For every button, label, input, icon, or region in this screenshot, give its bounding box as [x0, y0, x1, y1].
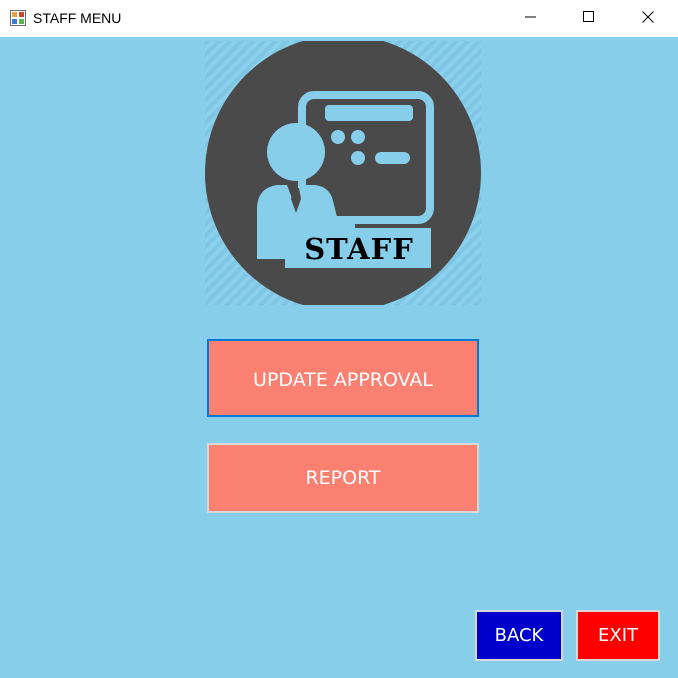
app-icon — [10, 10, 26, 26]
window-title: STAFF MENU — [33, 10, 122, 26]
minimize-button[interactable] — [502, 0, 560, 37]
close-icon — [642, 10, 654, 28]
app-window: STAFF MENU STAFF UPDATE APPROVAL REPORT … — [0, 0, 678, 678]
maximize-icon — [583, 10, 595, 28]
report-button[interactable]: REPORT — [207, 443, 479, 513]
title-bar[interactable]: STAFF MENU — [0, 0, 678, 37]
staff-logo: STAFF — [205, 35, 481, 311]
close-button[interactable] — [619, 0, 677, 37]
client-area: STAFF UPDATE APPROVAL REPORT BACK EXIT — [0, 35, 678, 678]
exit-button[interactable]: EXIT — [576, 610, 660, 661]
update-approval-button[interactable]: UPDATE APPROVAL — [207, 339, 479, 417]
maximize-button[interactable] — [560, 0, 618, 37]
logo-label: STAFF — [304, 232, 414, 266]
back-button[interactable]: BACK — [475, 610, 563, 661]
minimize-icon — [525, 10, 537, 28]
